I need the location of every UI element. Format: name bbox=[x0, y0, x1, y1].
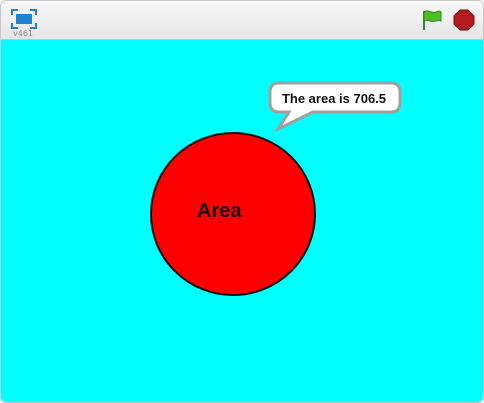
version-label: v461 bbox=[13, 29, 34, 38]
green-flag-icon bbox=[423, 10, 442, 30]
stage[interactable]: Area The area is 706.5 bbox=[1, 40, 483, 402]
fullscreen-button[interactable] bbox=[11, 9, 37, 29]
green-flag-button[interactable] bbox=[420, 8, 444, 32]
project-player: v461 Area The area is 706.5 bbox=[0, 0, 484, 403]
stop-icon bbox=[453, 9, 475, 31]
sprite-label: Area bbox=[197, 200, 242, 222]
stop-button[interactable] bbox=[453, 9, 475, 31]
player-toolbar: v461 bbox=[1, 1, 483, 40]
fullscreen-icon bbox=[11, 9, 37, 29]
speech-bubble-text: The area is 706.5 bbox=[281, 91, 387, 106]
speech-bubble bbox=[268, 81, 402, 132]
